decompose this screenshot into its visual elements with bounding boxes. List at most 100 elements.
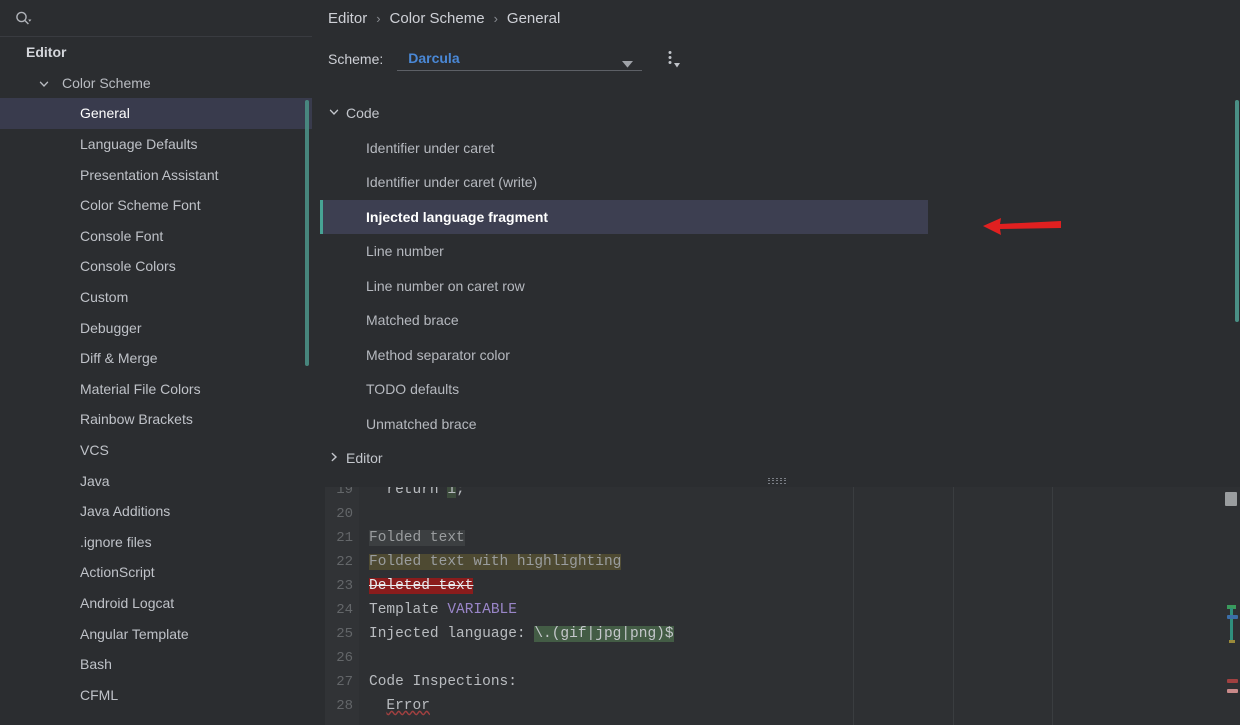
sidebar-item-rainbow-brackets[interactable]: Rainbow Brackets bbox=[0, 404, 312, 435]
editor-marker[interactable] bbox=[1227, 679, 1238, 683]
code-token: Injected language: bbox=[369, 626, 534, 642]
attribute-row-label: Unmatched brace bbox=[366, 416, 477, 432]
sidebar-item-console-font[interactable]: Console Font bbox=[0, 221, 312, 252]
code-token: Code Inspections: bbox=[369, 674, 517, 690]
vcs-change-marker-icon bbox=[1227, 605, 1236, 643]
sidebar-item-cfml[interactable]: CFML bbox=[0, 679, 312, 710]
code-preview[interactable]: 19 return i;2021Folded text22Folded text… bbox=[325, 487, 1240, 725]
code-token: Deleted text bbox=[369, 578, 473, 594]
sidebar-item-presentation-assistant[interactable]: Presentation Assistant bbox=[0, 159, 312, 190]
code-token: Folded text bbox=[369, 530, 465, 546]
sidebar-item-label: Console Font bbox=[80, 228, 163, 244]
sidebar-item-android-logcat[interactable]: Android Logcat bbox=[0, 588, 312, 619]
search-input[interactable] bbox=[38, 8, 298, 30]
preview-splitter[interactable] bbox=[320, 474, 1240, 487]
sidebar-item-color-scheme[interactable]: Color Scheme bbox=[0, 68, 312, 99]
sidebar-item-color-scheme-font[interactable]: Color Scheme Font bbox=[0, 190, 312, 221]
sidebar-item-bash[interactable]: Bash bbox=[0, 649, 312, 680]
editor-marker[interactable] bbox=[1227, 615, 1238, 619]
sidebar-item-general[interactable]: General bbox=[0, 98, 312, 129]
attribute-row-todo-defaults[interactable]: TODO defaults bbox=[320, 372, 928, 407]
sidebar-item-java[interactable]: Java bbox=[0, 465, 312, 496]
scheme-label: Scheme: bbox=[328, 51, 383, 67]
attribute-row-line-number[interactable]: Line number bbox=[320, 234, 928, 269]
sidebar-item-label: Material File Colors bbox=[80, 381, 201, 397]
attribute-row-label: Code bbox=[346, 105, 379, 121]
attribute-row-label: Identifier under caret (write) bbox=[366, 174, 537, 190]
code-token: Error bbox=[386, 698, 430, 714]
line-number: 19 bbox=[325, 487, 353, 502]
attribute-row-code[interactable]: Code bbox=[320, 96, 928, 131]
line-number: 28 bbox=[325, 694, 353, 718]
breadcrumb: Editor›Color Scheme›General bbox=[328, 10, 560, 27]
breadcrumb-separator-icon: › bbox=[494, 11, 498, 26]
attributes-scrollbar[interactable] bbox=[1235, 100, 1239, 322]
search-icon[interactable] bbox=[14, 10, 32, 28]
attribute-row-label: Line number on caret row bbox=[366, 278, 525, 294]
line-number: 21 bbox=[325, 526, 353, 550]
attribute-row-injected-language-fragment[interactable]: Injected language fragment bbox=[320, 200, 928, 235]
code-line-text: Folded text with highlighting bbox=[369, 550, 621, 574]
sidebar-item-label: Android Logcat bbox=[80, 595, 174, 611]
attribute-row-unmatched-brace[interactable]: Unmatched brace bbox=[320, 407, 928, 442]
sidebar-item-java-additions[interactable]: Java Additions bbox=[0, 496, 312, 527]
sidebar-item-vcs[interactable]: VCS bbox=[0, 435, 312, 466]
editor-scroll-thumb[interactable] bbox=[1225, 492, 1237, 506]
sidebar-item-label: Bash bbox=[80, 656, 112, 672]
sidebar-item-label: Diff & Merge bbox=[80, 350, 158, 366]
sidebar-item-language-defaults[interactable]: Language Defaults bbox=[0, 129, 312, 160]
sidebar-item-diff-merge[interactable]: Diff & Merge bbox=[0, 343, 312, 374]
sidebar-item-label: Rainbow Brackets bbox=[80, 411, 193, 427]
sidebar-item-label: Java Additions bbox=[80, 503, 170, 519]
code-line-text: Template VARIABLE bbox=[369, 598, 517, 622]
sidebar-item-editor[interactable]: Editor bbox=[0, 37, 312, 68]
sidebar-item-ignore-files[interactable]: .ignore files bbox=[0, 527, 312, 558]
sidebar-scrollbar[interactable] bbox=[305, 100, 309, 366]
breadcrumb-item[interactable]: General bbox=[507, 10, 560, 27]
sidebar-item-console-colors[interactable]: Console Colors bbox=[0, 251, 312, 282]
more-options-icon[interactable] bbox=[662, 48, 684, 70]
sidebar-item-actionscript[interactable]: ActionScript bbox=[0, 557, 312, 588]
chevron-right-icon[interactable] bbox=[328, 450, 342, 466]
attribute-row-identifier-under-caret[interactable]: Identifier under caret bbox=[320, 131, 928, 166]
chevron-down-icon[interactable] bbox=[328, 105, 342, 121]
line-number: 23 bbox=[325, 574, 353, 598]
code-token bbox=[369, 698, 386, 714]
code-token: return bbox=[369, 487, 447, 498]
code-line-text: Folded text bbox=[369, 526, 465, 550]
code-line-text: Injected language: \.(gif|jpg|png)$ bbox=[369, 622, 674, 646]
code-token: Folded text with highlighting bbox=[369, 554, 621, 570]
breadcrumb-item[interactable]: Editor bbox=[328, 10, 367, 27]
attribute-row-editor[interactable]: Editor bbox=[320, 441, 928, 474]
breadcrumb-item[interactable]: Color Scheme bbox=[390, 10, 485, 27]
sidebar-item-label: VCS bbox=[80, 442, 109, 458]
sidebar-item-custom[interactable]: Custom bbox=[0, 282, 312, 313]
attribute-row-label: Method separator color bbox=[366, 347, 510, 363]
sidebar-item-label: Java bbox=[80, 473, 110, 489]
editor-guide-line bbox=[853, 487, 854, 725]
code-line-text: Deleted text bbox=[369, 574, 473, 598]
attribute-row-label: TODO defaults bbox=[366, 381, 459, 397]
sidebar-item-label: Debugger bbox=[80, 320, 142, 336]
editor-marker[interactable] bbox=[1227, 689, 1238, 693]
sidebar-item-label: Color Scheme Font bbox=[80, 197, 201, 213]
editor-guide-line bbox=[953, 487, 954, 725]
line-number: 26 bbox=[325, 646, 353, 670]
sidebar-item-label: CFML bbox=[80, 687, 118, 703]
attribute-row-method-separator-color[interactable]: Method separator color bbox=[320, 338, 928, 373]
settings-sidebar: EditorColor SchemeGeneralLanguage Defaul… bbox=[0, 0, 312, 725]
chevron-down-icon[interactable] bbox=[38, 77, 50, 89]
editor-marker-strip[interactable] bbox=[1224, 487, 1240, 725]
line-number: 25 bbox=[325, 622, 353, 646]
editor-guide-line bbox=[1052, 487, 1053, 725]
code-line-text: Error bbox=[369, 694, 430, 718]
attribute-row-identifier-under-caret-write[interactable]: Identifier under caret (write) bbox=[320, 165, 928, 200]
sidebar-item-material-file-colors[interactable]: Material File Colors bbox=[0, 374, 312, 405]
scheme-dropdown[interactable]: Darcula bbox=[397, 46, 642, 71]
attribute-row-matched-brace[interactable]: Matched brace bbox=[320, 303, 928, 338]
sidebar-tree: EditorColor SchemeGeneralLanguage Defaul… bbox=[0, 37, 312, 710]
sidebar-item-angular-template[interactable]: Angular Template bbox=[0, 618, 312, 649]
code-token: i bbox=[447, 487, 456, 498]
sidebar-item-debugger[interactable]: Debugger bbox=[0, 312, 312, 343]
attribute-row-line-number-on-caret-row[interactable]: Line number on caret row bbox=[320, 269, 928, 304]
